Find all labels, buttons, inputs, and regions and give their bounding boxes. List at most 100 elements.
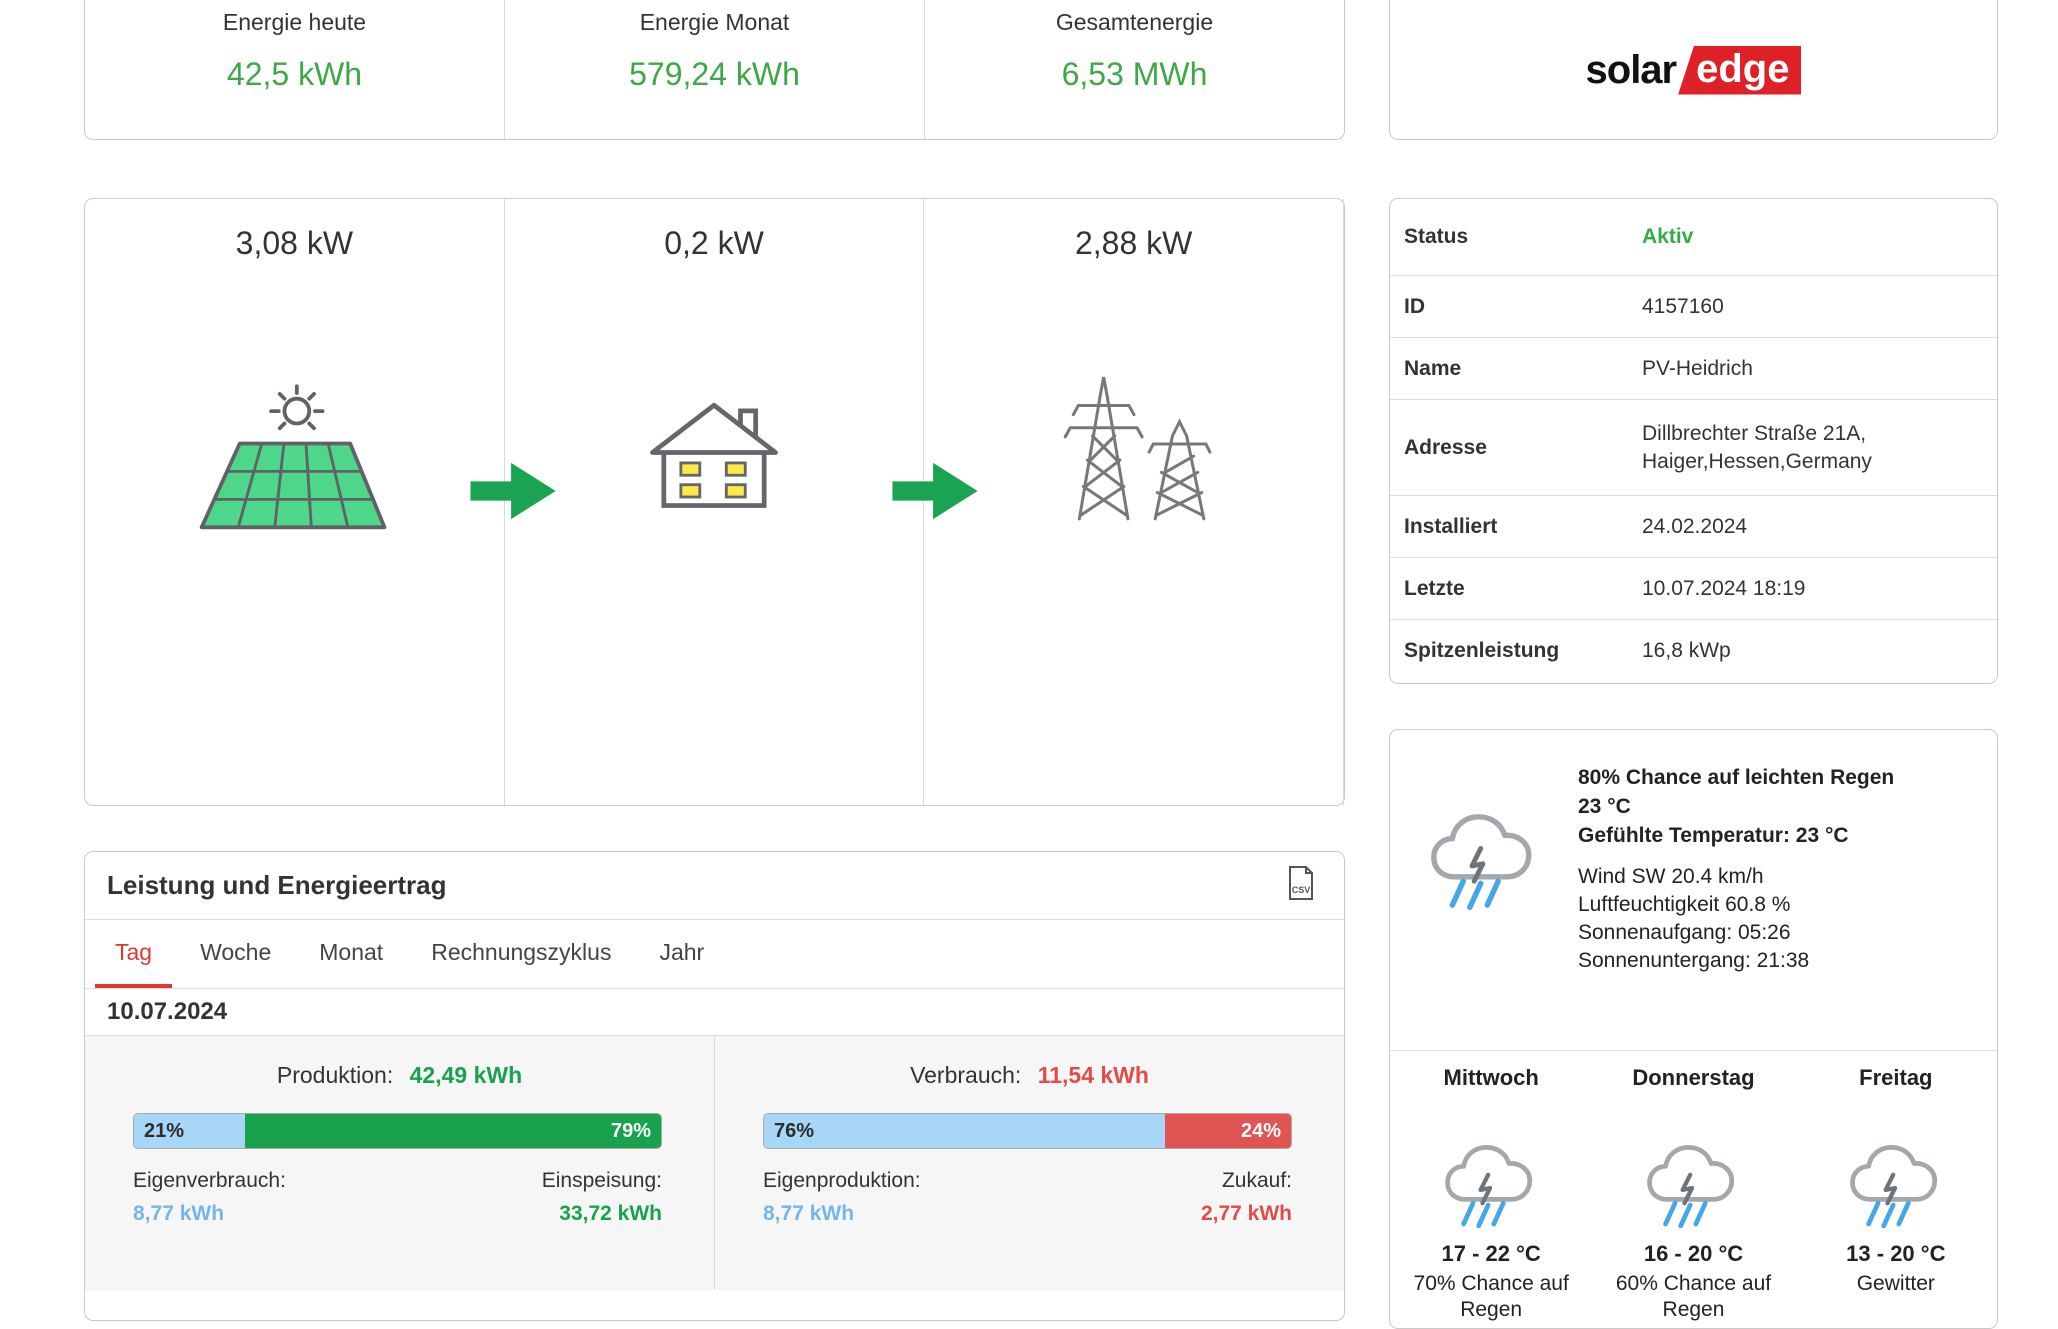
purchase-pct: 24% <box>1241 1120 1281 1143</box>
info-value: 16,8 kWp <box>1642 637 1981 665</box>
forecast-desc: Gewitter <box>1806 1271 1986 1297</box>
consumption-value: 11,54 kWh <box>1038 1062 1149 1088</box>
info-value: 10.07.2024 18:19 <box>1642 575 1981 603</box>
forecast-freitag: Freitag 13 - 20 °C Gewitter <box>1795 1065 1997 1323</box>
weather-sunset: Sonnenuntergang: 21:38 <box>1578 947 1948 975</box>
storm-cloud-icon <box>1439 1133 1543 1233</box>
stat-value: 6,53 MWh <box>1062 56 1208 93</box>
weather-current: 80% Chance auf leichten Regen 23 °C Gefü… <box>1390 730 1997 975</box>
selected-date: 10.07.2024 <box>85 989 1344 1036</box>
info-value: Dillbrechter Straße 21A, Haiger,Hessen,G… <box>1642 420 1981 476</box>
tab-woche[interactable]: Woche <box>180 920 291 988</box>
tab-tag[interactable]: Tag <box>95 920 172 988</box>
solaredge-logo: solar edge <box>1586 46 1802 95</box>
production-bar: 21% 79% <box>133 1113 662 1149</box>
info-row-name: Name PV-Heidrich <box>1390 337 1997 399</box>
storm-cloud-icon <box>1844 1133 1948 1233</box>
power-energy-panel: Leistung und Energieertrag CSV Tag Woche… <box>84 851 1345 1321</box>
self-consumption-label: Eigenverbrauch: <box>133 1169 286 1193</box>
consumption-label: Verbrauch: <box>910 1062 1021 1088</box>
stat-label: Energie Monat <box>640 9 790 36</box>
site-info-card: Status Aktiv ID 4157160 Name PV-Heidrich… <box>1389 198 1998 684</box>
feed-in-pct: 79% <box>611 1120 651 1143</box>
forecast-temp: 17 - 22 °C <box>1442 1241 1541 1267</box>
forecast-day: Mittwoch <box>1444 1065 1539 1091</box>
purchase-value: 2,77 kWh <box>1201 1202 1292 1226</box>
forecast-day: Donnerstag <box>1632 1065 1754 1091</box>
info-label: ID <box>1404 295 1642 319</box>
purchase-column: Zukauf: 2,77 kWh <box>1201 1169 1292 1226</box>
consumption-bar: 76% 24% <box>763 1113 1292 1149</box>
stat-energy-month: Energie Monat 579,24 kWh <box>505 0 925 139</box>
weather-feels-like: Gefühlte Temperatur: 23 °C <box>1578 821 1948 850</box>
feed-in-column: Einspeisung: 33,72 kWh <box>542 1169 662 1226</box>
stat-value: 579,24 kWh <box>629 56 800 93</box>
logo-text-edge: edge <box>1678 46 1801 95</box>
feed-in-segment: 79% <box>245 1114 661 1148</box>
info-value: 24.02.2024 <box>1642 513 1981 541</box>
forecast-donnerstag: Donnerstag 16 - 20 °C 60% Chance auf Reg… <box>1592 1065 1794 1323</box>
solar-power-value: 3,08 kW <box>236 225 353 265</box>
info-row-letzte: Letzte 10.07.2024 18:19 <box>1390 557 1997 619</box>
time-range-tabs: Tag Woche Monat Rechnungszyklus Jahr <box>85 920 1344 989</box>
forecast-day: Freitag <box>1859 1065 1932 1091</box>
info-row-spitzenleistung: Spitzenleistung 16,8 kWp <box>1390 619 1997 681</box>
consumption-bar-labels: Eigenproduktion: 8,77 kWh Zukauf: 2,77 k… <box>763 1169 1292 1226</box>
info-label: Letzte <box>1404 577 1642 601</box>
forecast-temp: 13 - 20 °C <box>1846 1241 1945 1267</box>
grid-power-value: 2,88 kW <box>1075 225 1192 265</box>
logo-text-solar: solar <box>1586 48 1677 93</box>
stat-label: Gesamtenergie <box>1056 9 1213 36</box>
flow-house-column: 0,2 kW <box>505 199 925 805</box>
power-grid-icon <box>1048 365 1220 532</box>
rain-cloud-icon <box>1424 800 1544 975</box>
production-bar-labels: Eigenverbrauch: 8,77 kWh Einspeisung: 33… <box>133 1169 662 1226</box>
info-row-installiert: Installiert 24.02.2024 <box>1390 495 1997 557</box>
info-label: Name <box>1404 357 1642 381</box>
production-panel: Produktion: 42,49 kWh 21% 79% Eigenverbr… <box>85 1036 715 1290</box>
energy-panel-header: Leistung und Energieertrag CSV <box>85 852 1344 920</box>
info-label: Status <box>1404 225 1642 249</box>
self-consumption-column: Eigenverbrauch: 8,77 kWh <box>133 1169 286 1226</box>
flow-arrow-house-to-grid-icon <box>891 461 981 526</box>
tab-jahr[interactable]: Jahr <box>639 920 724 988</box>
info-value: 4157160 <box>1642 293 1981 321</box>
own-production-pct: 76% <box>774 1120 814 1143</box>
tab-rechnungszyklus[interactable]: Rechnungszyklus <box>411 920 631 988</box>
forecast-desc: 60% Chance auf Regen <box>1603 1271 1783 1323</box>
power-flow-card: 3,08 kW <box>84 198 1345 806</box>
forecast-desc: 70% Chance auf Regen <box>1401 1271 1581 1323</box>
consumption-panel: Verbrauch: 11,54 kWh 76% 24% Eigenproduk… <box>715 1036 1344 1290</box>
feed-in-label: Einspeisung: <box>542 1169 662 1193</box>
self-consumption-pct: 21% <box>144 1120 184 1143</box>
status-badge: Aktiv <box>1642 223 1981 251</box>
solar-panel-icon <box>194 383 394 548</box>
info-label: Adresse <box>1404 436 1642 460</box>
purchase-label: Zukauf: <box>1201 1169 1292 1193</box>
weather-humidity: Luftfeuchtigkeit 60.8 % <box>1578 891 1948 919</box>
forecast-mittwoch: Mittwoch 17 - 22 °C 70% Chance auf Regen <box>1390 1065 1592 1323</box>
weather-wind: Wind SW 20.4 km/h <box>1578 863 1948 891</box>
house-power-value: 0,2 kW <box>664 225 764 265</box>
weather-forecast: Mittwoch 17 - 22 °C 70% Chance auf Regen… <box>1390 1050 1997 1323</box>
info-label: Spitzenleistung <box>1404 639 1642 663</box>
own-production-label: Eigenproduktion: <box>763 1169 921 1193</box>
brand-card: solar edge <box>1389 0 1998 140</box>
forecast-temp: 16 - 20 °C <box>1644 1241 1743 1267</box>
panel-title: Leistung und Energieertrag <box>107 870 447 901</box>
stat-energy-today: Energie heute 42,5 kWh <box>85 0 505 139</box>
consumption-headline: Verbrauch: 11,54 kWh <box>715 1062 1344 1089</box>
storm-cloud-icon <box>1641 1133 1745 1233</box>
info-row-id: ID 4157160 <box>1390 275 1997 337</box>
csv-export-button[interactable]: CSV <box>1286 865 1316 906</box>
svg-text:CSV: CSV <box>1292 885 1311 895</box>
info-row-status: Status Aktiv <box>1390 199 1997 275</box>
stat-energy-total: Gesamtenergie 6,53 MWh <box>925 0 1344 139</box>
tab-monat[interactable]: Monat <box>299 920 403 988</box>
production-value: 42,49 kWh <box>410 1062 523 1088</box>
self-consumption-value: 8,77 kWh <box>133 1202 286 1226</box>
energy-summary-card: Energie heute 42,5 kWh Energie Monat 579… <box>84 0 1345 140</box>
own-production-segment: 76% <box>764 1114 1165 1148</box>
production-headline: Produktion: 42,49 kWh <box>85 1062 714 1089</box>
flow-solar-column: 3,08 kW <box>85 199 505 805</box>
